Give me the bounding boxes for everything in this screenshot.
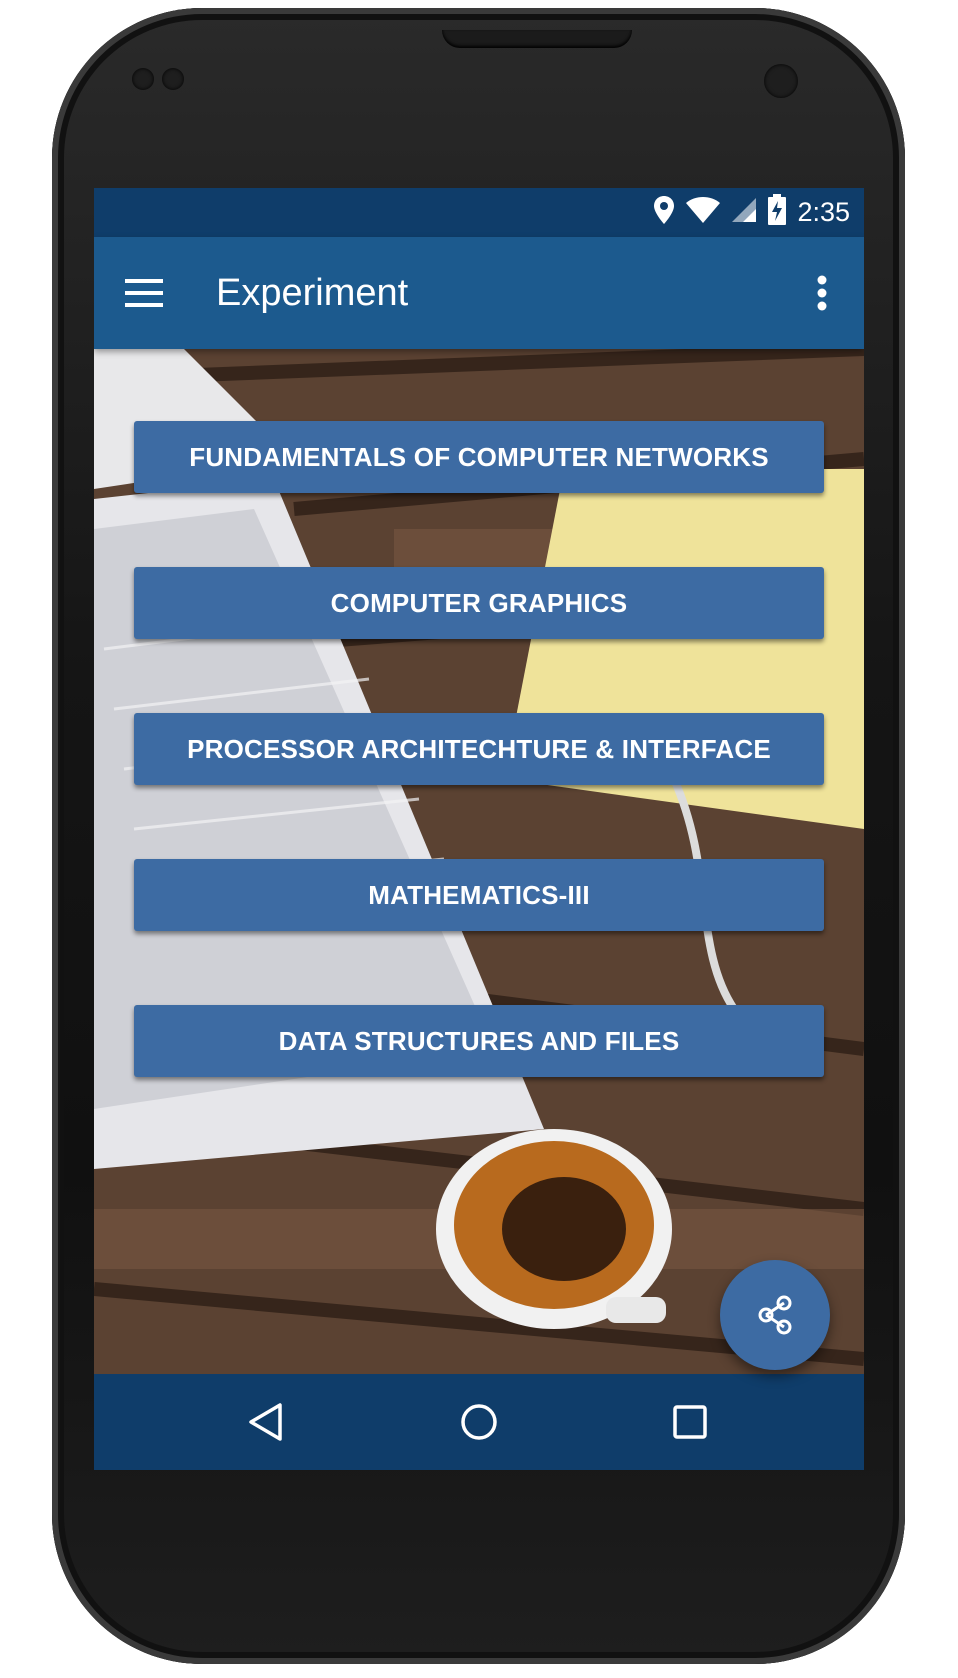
overflow-menu-button[interactable]	[800, 263, 844, 323]
back-icon	[249, 1403, 282, 1441]
status-time: 2:35	[797, 197, 850, 227]
device-screen: 2:35 Experiment FUNDAMENTALS OF COMPUTER…	[94, 188, 864, 1470]
menu-icon	[125, 279, 163, 307]
subject-button-processor-architecture[interactable]: PROCESSOR ARCHITECHTURE & INTERFACE	[134, 713, 824, 785]
location-icon	[653, 195, 675, 230]
battery-charging-icon	[767, 194, 787, 231]
recents-button[interactable]	[660, 1392, 720, 1452]
menu-button[interactable]	[118, 267, 170, 319]
light-sensor	[162, 68, 184, 90]
back-button[interactable]	[236, 1392, 296, 1452]
status-icons: 2:35	[653, 188, 850, 237]
recents-icon	[673, 1405, 707, 1439]
share-icon	[758, 1295, 792, 1335]
navigation-bar	[94, 1374, 864, 1470]
subject-button-data-structures[interactable]: DATA STRUCTURES AND FILES	[134, 1005, 824, 1077]
subject-button-computer-networks[interactable]: FUNDAMENTALS OF COMPUTER NETWORKS	[134, 421, 824, 493]
earpiece-speaker	[442, 30, 632, 48]
more-vert-icon	[817, 275, 827, 311]
front-camera	[764, 64, 798, 98]
content-area: FUNDAMENTALS OF COMPUTER NETWORKS COMPUT…	[94, 349, 864, 1374]
share-fab[interactable]	[720, 1260, 830, 1370]
subject-button-computer-graphics[interactable]: COMPUTER GRAPHICS	[134, 567, 824, 639]
proximity-sensor	[132, 68, 154, 90]
home-button[interactable]	[449, 1392, 509, 1452]
app-bar: Experiment	[94, 237, 864, 349]
cell-signal-icon	[731, 197, 757, 228]
app-title: Experiment	[216, 272, 409, 314]
status-bar: 2:35	[94, 188, 864, 237]
home-icon	[461, 1404, 497, 1440]
subject-button-mathematics-iii[interactable]: MATHEMATICS-III	[134, 859, 824, 931]
wifi-icon	[685, 196, 721, 229]
